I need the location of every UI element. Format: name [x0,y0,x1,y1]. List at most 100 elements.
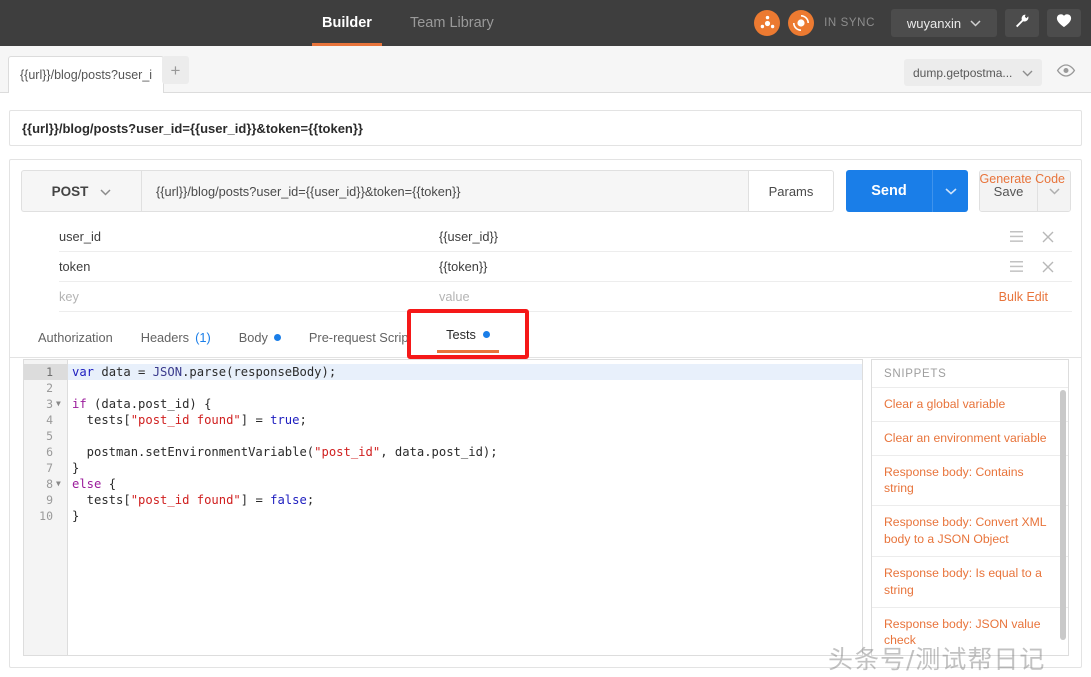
tab-body-label: Body [239,330,268,345]
editor-line-number: 5▼ [24,428,67,444]
http-method-selector[interactable]: POST [21,170,141,212]
tab-body-modified-dot-icon [274,334,281,341]
bulk-edit-link[interactable]: Bulk Edit [999,290,1054,304]
editor-line-number: 3▼ [24,396,67,412]
header-tab-team-library-label: Team Library [410,15,494,31]
param-row-actions: Bulk Edit [821,290,1072,304]
editor-line-number: 2▼ [24,380,67,396]
editor-code-area[interactable]: var data = JSON.parse(responseBody); if … [68,360,862,655]
snippet-item[interactable]: Response body: Is equal to a string [872,557,1068,608]
tab-tests[interactable]: Tests [407,309,529,359]
snippets-title: SNIPPETS [872,360,1068,388]
environment-selector[interactable]: dump.getpostma... [904,59,1042,86]
chevron-down-icon [945,182,957,200]
line-number-label: 5 [46,428,53,444]
param-value-input-empty[interactable]: value [439,289,821,304]
param-delete-icon[interactable] [1042,261,1054,273]
editor-line-number: 6▼ [24,444,67,460]
snippet-item[interactable]: Response body: Contains string [872,456,1068,507]
tab-authorization-label: Authorization [38,330,113,345]
code-token: else [72,477,101,491]
editor-line-number: 9▼ [24,492,67,508]
request-tab-label: {{url}}/blog/posts?user_i [20,68,152,82]
user-menu-button[interactable]: wuyanxin [891,9,997,37]
code-token: JSON [153,365,182,379]
chevron-down-icon [1022,66,1033,80]
request-tab[interactable]: {{url}}/blog/posts?user_i [8,56,164,93]
url-preview-text: {{url}}/blog/posts?user_id={{user_id}}&t… [22,121,363,136]
send-button[interactable]: Send [846,170,932,212]
sync-status-label: IN SYNC [824,17,875,29]
plus-icon: + [171,62,181,79]
tab-headers[interactable]: Headers (1) [127,317,225,358]
tab-body[interactable]: Body [225,317,295,358]
code-token: .parse(responseBody); [182,365,336,379]
param-key-input-empty[interactable]: key [59,289,439,304]
generate-code-link[interactable]: Generate Code [980,172,1065,186]
line-number-label: 7 [46,460,53,476]
code-token: var [72,365,94,379]
editor-code-line: if (data.post_id) { [68,396,862,412]
editor-code-line: tests["post_id found"] = false; [68,492,862,508]
code-token: } [72,509,79,523]
add-request-tab-button[interactable]: + [162,56,189,84]
code-token: { [101,477,116,491]
params-toggle-button[interactable]: Params [749,170,834,212]
tests-code-editor[interactable]: 1▼2▼3▼4▼5▼6▼7▼8▼9▼10▼ var data = JSON.pa… [23,359,863,656]
editor-code-line: tests["post_id found"] = true; [68,412,862,428]
code-token: ; [299,413,306,427]
header-tab-group: Builder Team Library [303,0,513,46]
tab-authorization[interactable]: Authorization [24,317,127,358]
editor-code-line: else { [68,476,862,492]
line-number-label: 3 [46,396,53,412]
header-tab-team-library[interactable]: Team Library [391,0,513,46]
request-row: POST {{url}}/blog/posts?user_id={{user_i… [21,170,1071,212]
environment-quick-look-button[interactable] [1051,59,1081,86]
snippet-item[interactable]: Response body: JSON value check [872,608,1068,656]
param-key-input[interactable]: user_id [59,229,439,244]
snippets-scrollbar[interactable] [1060,390,1066,640]
snippet-item[interactable]: Response body: Convert XML body to a JSO… [872,506,1068,557]
tab-tests-modified-dot-icon [483,331,490,338]
line-number-label: 4 [46,412,53,428]
tab-headers-label: Headers [141,330,189,345]
chevron-down-icon [100,184,111,199]
param-key-input[interactable]: token [59,259,439,274]
line-number-label: 2 [46,380,53,396]
code-token: "post_id" [314,445,380,459]
snippet-item[interactable]: Clear an environment variable [872,422,1068,456]
param-delete-icon[interactable] [1042,231,1054,243]
send-options-button[interactable] [932,170,968,212]
header-tab-builder[interactable]: Builder [303,0,391,46]
param-row-actions [821,231,1072,243]
line-number-label: 9 [46,492,53,508]
editor-code-line [68,428,862,444]
settings-wrench-button[interactable] [1005,9,1039,37]
editor-code-line: postman.setEnvironmentVariable("post_id"… [68,444,862,460]
table-row: token {{token}} [59,252,1072,282]
app-header: Builder Team Library IN SYNC wuyanxin [0,0,1091,46]
editor-code-line [68,380,862,396]
param-description-icon[interactable] [1010,261,1023,272]
fold-arrow-icon[interactable]: ▼ [56,480,63,488]
code-token: true [270,413,299,427]
params-button-label: Params [769,184,814,199]
user-name-label: wuyanxin [907,16,961,31]
param-description-icon[interactable] [1010,231,1023,242]
param-value-input[interactable]: {{user_id}} [439,229,821,244]
line-number-label: 1 [46,364,53,380]
request-url-value: {{url}}/blog/posts?user_id={{user_id}}&t… [156,184,461,199]
code-token: "post_id found" [131,413,241,427]
code-token: "post_id found" [131,493,241,507]
fold-arrow-icon[interactable]: ▼ [56,400,63,408]
param-value-input[interactable]: {{token}} [439,259,821,274]
snippet-item[interactable]: Clear a global variable [872,388,1068,422]
code-token: ] = [241,493,270,507]
eye-icon [1056,64,1076,82]
editor-code-line: var data = JSON.parse(responseBody); [68,364,862,380]
request-url-input[interactable]: {{url}}/blog/posts?user_id={{user_id}}&t… [141,170,749,212]
header-tab-builder-label: Builder [322,15,372,31]
editor-line-number: 4▼ [24,412,67,428]
favorites-heart-button[interactable] [1047,9,1081,37]
sync-status-icon[interactable] [788,10,814,36]
